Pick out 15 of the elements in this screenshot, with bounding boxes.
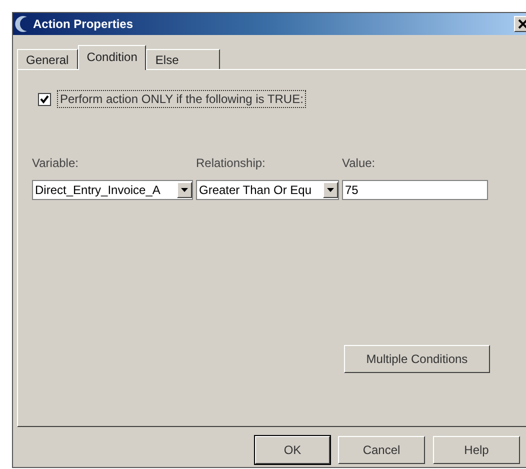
tab[interactable]: Condition [78,45,146,70]
value-field[interactable]: 75 [342,180,488,200]
dialog-button[interactable]: Cancel [338,436,425,464]
tab[interactable]: Else [146,49,220,69]
field-label: Value: [342,156,376,170]
window-title: Action Properties [33,17,134,31]
field-label: Variable: [32,156,80,170]
field-label: Relationship: [196,156,266,170]
dialog-button[interactable]: OK [255,436,330,464]
checkbox-label[interactable]: Perform action ONLY if the following is TRUE: [57,90,306,108]
dropdown[interactable]: Greater Than Or Equ [196,180,339,200]
dialog-button[interactable]: Help [433,436,520,464]
dropdown[interactable]: Direct_Entry_Invoice_A [32,180,193,200]
tab[interactable]: General [17,49,78,69]
multiple-conditions-button[interactable]: Multiple Conditions [344,345,490,373]
